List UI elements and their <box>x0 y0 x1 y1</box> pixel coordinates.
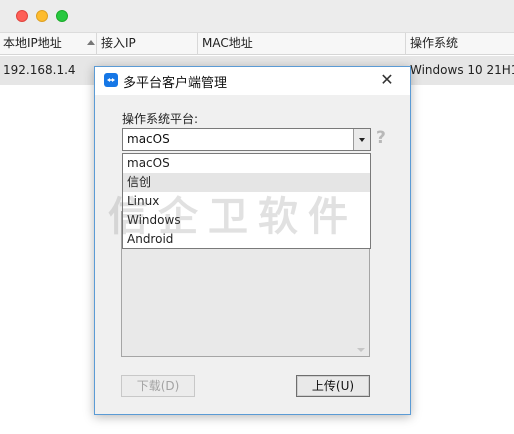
multi-platform-client-dialog: 多平台客户端管理 ✕ 操作系统平台: macOS ? macOS 信创 Linu… <box>94 66 411 415</box>
option-windows[interactable]: Windows <box>123 211 370 230</box>
download-button[interactable]: 下载(D) <box>121 375 195 397</box>
dialog-titlebar: 多平台客户端管理 ✕ <box>95 67 410 95</box>
chevron-down-icon[interactable] <box>353 129 370 150</box>
scroll-down-icon[interactable] <box>357 348 365 352</box>
column-header-access-ip[interactable]: 接入IP <box>97 33 198 55</box>
cell-local-ip: 192.168.1.4 <box>3 63 76 77</box>
sort-ascending-icon <box>87 40 95 45</box>
dialog-title: 多平台客户端管理 <box>123 76 228 91</box>
zoom-window-button[interactable] <box>56 10 68 22</box>
app-icon <box>104 73 118 87</box>
upload-button[interactable]: 上传(U) <box>296 375 370 397</box>
table-header: 本地IP地址 接入IP MAC地址 操作系统 <box>0 33 514 55</box>
column-header-mac[interactable]: MAC地址 <box>198 33 406 55</box>
close-window-button[interactable] <box>16 10 28 22</box>
os-platform-select[interactable]: macOS <box>122 128 371 151</box>
cell-os: Windows 10 21H1 <box>410 63 514 77</box>
option-linux[interactable]: Linux <box>123 192 370 211</box>
option-macos[interactable]: macOS <box>123 154 370 173</box>
option-android[interactable]: Android <box>123 230 370 249</box>
os-platform-dropdown: macOS 信创 Linux Windows Android <box>122 153 371 249</box>
column-header-local-ip[interactable]: 本地IP地址 <box>0 33 97 55</box>
column-header-os[interactable]: 操作系统 <box>406 33 514 55</box>
minimize-window-button[interactable] <box>36 10 48 22</box>
os-platform-label: 操作系统平台: <box>122 112 199 126</box>
os-platform-selected-value: macOS <box>127 132 170 146</box>
help-icon[interactable]: ? <box>376 128 386 148</box>
close-icon[interactable]: ✕ <box>378 71 396 89</box>
option-xinchuang[interactable]: 信创 <box>123 173 370 192</box>
window-titlebar <box>0 0 514 33</box>
